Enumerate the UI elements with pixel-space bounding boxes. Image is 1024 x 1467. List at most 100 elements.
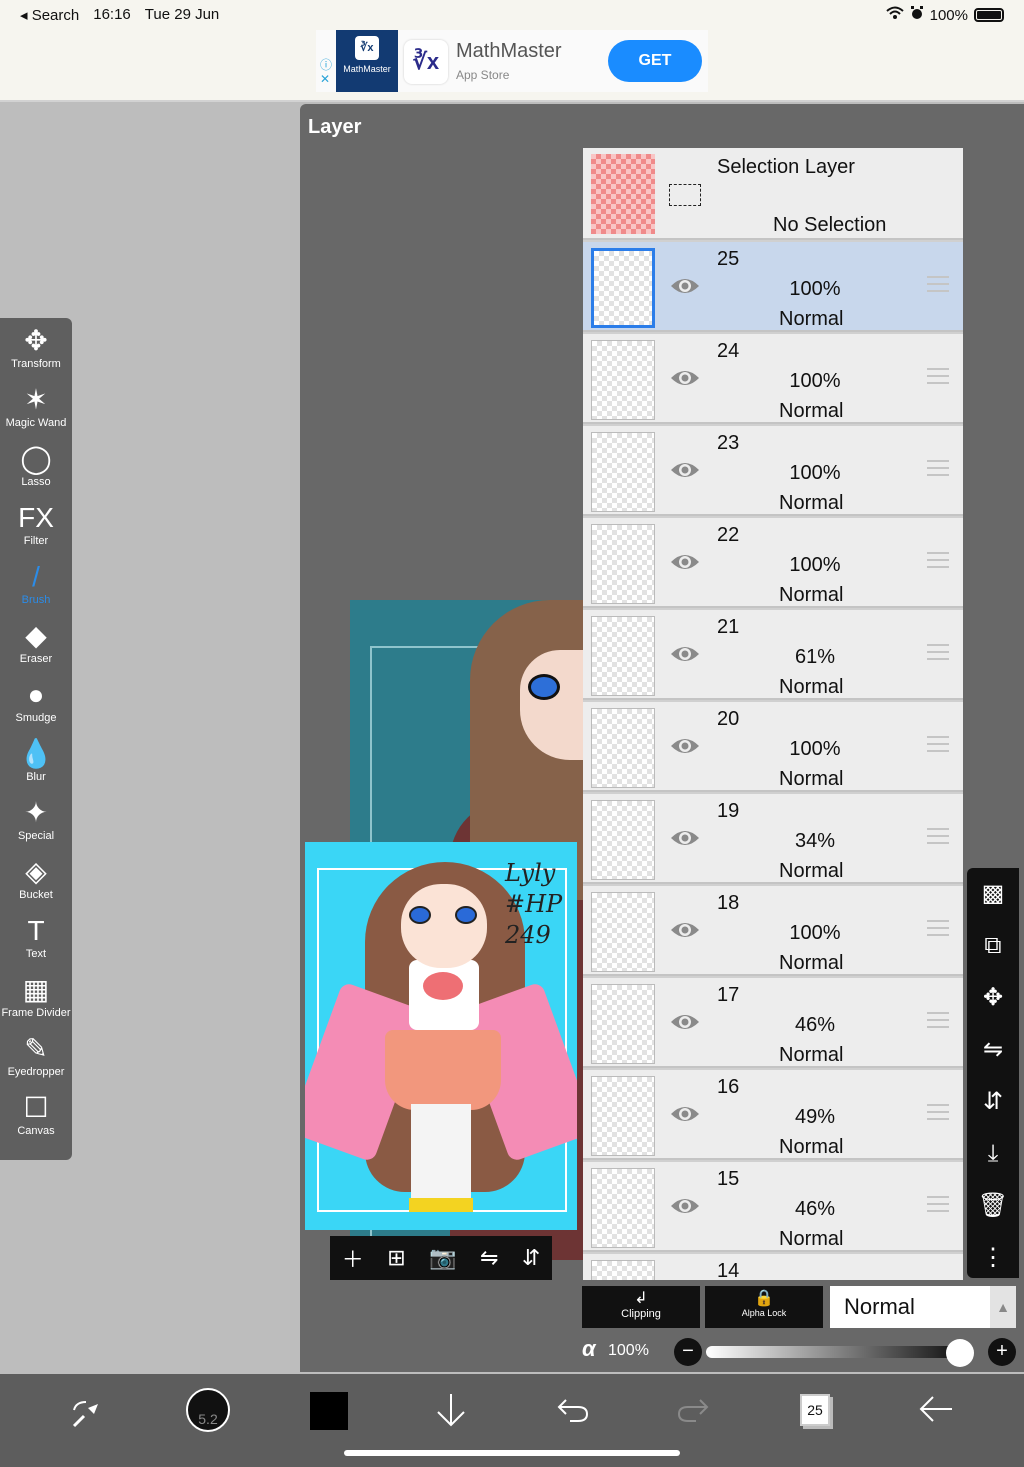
flip-vertical-icon[interactable]: ⇵ [522, 1245, 540, 1271]
layer-row[interactable]: 19 34% Normal [583, 794, 963, 884]
tool-magic-wand[interactable]: ✶ Magic Wand [0, 377, 72, 436]
drag-handle-icon[interactable] [927, 1012, 949, 1028]
layer-row[interactable]: 25 100% Normal [583, 242, 963, 332]
opacity-slider-knob[interactable] [946, 1339, 974, 1367]
flip-layer-vertical-icon[interactable]: ⇵ [967, 1076, 1019, 1128]
opacity-slider[interactable] [706, 1339, 974, 1367]
layer-row[interactable]: 21 61% Normal [583, 610, 963, 700]
tool-canvas[interactable]: ☐ Canvas [0, 1085, 72, 1144]
ad-info-icon[interactable]: ⓘ [320, 56, 332, 73]
add-image-layer-icon[interactable]: ⊞ [387, 1245, 405, 1271]
drag-handle-icon[interactable] [927, 460, 949, 476]
tool-frame-divider[interactable]: ▦ Frame Divider [0, 967, 72, 1026]
ad-app-icon[interactable]: ∛x [404, 40, 448, 84]
layer-thumbnail [591, 708, 655, 788]
layer-row[interactable]: 15 46% Normal [583, 1162, 963, 1252]
eye-icon[interactable] [669, 642, 701, 666]
tool-blur[interactable]: 💧 Blur [0, 731, 72, 790]
layer-row[interactable]: 23 100% Normal [583, 426, 963, 516]
camera-icon[interactable]: 📷 [429, 1245, 456, 1271]
tool-eyedropper[interactable]: ✎ Eyedropper [0, 1026, 72, 1085]
ad-banner[interactable]: ⓘ ✕ ∛x MathMaster ∛x MathMaster App Stor… [316, 30, 708, 92]
eye-icon[interactable] [669, 274, 701, 298]
layer-blend-mode: Normal [779, 860, 844, 882]
opacity-decrease-button[interactable]: − [674, 1338, 702, 1366]
merge-layers-icon[interactable]: ⧉ [967, 920, 1019, 972]
blend-mode-select[interactable]: Normal ▲ [830, 1286, 1016, 1328]
tool-text[interactable]: T Text [0, 908, 72, 967]
undo-icon[interactable] [556, 1394, 590, 1429]
eye-icon[interactable] [669, 1010, 701, 1034]
add-layer-icon[interactable]: ＋ [342, 1242, 364, 1274]
eye-icon[interactable] [669, 366, 701, 390]
tool-lasso[interactable]: ◯ Lasso [0, 436, 72, 495]
layer-row[interactable]: 24 100% Normal [583, 334, 963, 424]
tool-special[interactable]: ✦ Special [0, 790, 72, 849]
eye-icon[interactable] [669, 458, 701, 482]
flip-layer-horizontal-icon[interactable]: ⇋ [967, 1024, 1019, 1076]
drag-handle-icon[interactable] [927, 828, 949, 844]
clipping-button[interactable]: ↲ Clipping [582, 1286, 700, 1328]
more-options-icon[interactable]: ⋮ [967, 1232, 1019, 1284]
eye-icon[interactable] [669, 734, 701, 758]
artwork-eye [528, 674, 560, 700]
trash-icon[interactable]: 🗑 [967, 1180, 1019, 1232]
layer-list[interactable]: Selection Layer No Selection 25 100% Norma… [583, 148, 963, 1280]
layer-blend-mode: Normal [779, 400, 844, 422]
eye-icon[interactable] [669, 1102, 701, 1126]
artwork-preview[interactable]: Lyly #HP 249 [305, 842, 577, 1230]
tool-filter[interactable]: FX Filter [0, 495, 72, 554]
opacity-increase-button[interactable]: + [988, 1338, 1016, 1366]
drag-handle-icon[interactable] [927, 1104, 949, 1120]
layer-opacity: 34% [794, 830, 836, 852]
ad-close-icon[interactable]: ✕ [320, 72, 330, 86]
layer-row[interactable]: 22 100% Normal [583, 518, 963, 608]
drag-handle-icon[interactable] [927, 368, 949, 384]
merge-down-icon[interactable]: ⤓ [967, 1128, 1019, 1180]
layer-row[interactable]: 14 [583, 1254, 963, 1280]
eye-icon[interactable] [669, 550, 701, 574]
lock-icon: 🔒 [754, 1290, 774, 1307]
layer-row[interactable]: 20 100% Normal [583, 702, 963, 792]
tool-eraser[interactable]: ◆ Eraser [0, 613, 72, 672]
ad-get-button[interactable]: GET [608, 40, 702, 82]
layers-pages-button[interactable]: 25 [800, 1394, 830, 1426]
eye-icon[interactable] [669, 1194, 701, 1218]
chevron-up-icon[interactable]: ▲ [990, 1286, 1016, 1328]
eye-icon[interactable] [669, 826, 701, 850]
transparency-icon[interactable]: ▩ [967, 868, 1019, 920]
opacity-control: α 100% − + [582, 1336, 1018, 1367]
alpha-lock-button[interactable]: 🔒 Alpha Lock [705, 1286, 823, 1328]
move-icon[interactable]: ✥ [967, 972, 1019, 1024]
drag-handle-icon[interactable] [927, 736, 949, 752]
drag-handle-icon[interactable] [927, 920, 949, 936]
tool-bucket[interactable]: ◈ Bucket [0, 849, 72, 908]
layer-blend-mode: Normal [779, 1228, 844, 1250]
tool-transform[interactable]: ✥ Transform [0, 318, 72, 377]
drag-handle-icon[interactable] [927, 644, 949, 660]
back-to-app-link[interactable]: ◂ Search [20, 6, 79, 24]
layer-number: 14 [717, 1260, 740, 1280]
tool-smudge[interactable]: ● Smudge [0, 672, 72, 731]
back-arrow-icon[interactable] [918, 1394, 954, 1429]
layer-row[interactable]: 18 100% Normal [583, 886, 963, 976]
layer-row[interactable]: 17 46% Normal [583, 978, 963, 1068]
ad-title[interactable]: MathMaster [456, 40, 562, 63]
arrow-down-icon[interactable] [434, 1392, 468, 1433]
color-swatch[interactable] [310, 1392, 348, 1430]
brush-size-indicator[interactable]: 5.2 [186, 1388, 230, 1432]
drag-handle-icon[interactable] [927, 276, 949, 292]
layer-row[interactable]: 16 49% Normal [583, 1070, 963, 1160]
eye-icon[interactable] [669, 918, 701, 942]
tool-brush[interactable]: / Brush [0, 554, 72, 613]
drag-handle-icon[interactable] [927, 1196, 949, 1212]
redo-icon[interactable] [676, 1394, 710, 1429]
tool-label: Transform [11, 358, 61, 370]
drag-handle-icon[interactable] [927, 552, 949, 568]
ad-image[interactable]: ∛x MathMaster [336, 30, 398, 92]
signature-line-2: #HP [505, 890, 563, 918]
selection-layer[interactable]: Selection Layer No Selection [583, 148, 963, 240]
layer-number: 24 [717, 340, 740, 362]
quick-menu-icon[interactable] [66, 1396, 106, 1441]
flip-horizontal-icon[interactable]: ⇋ [480, 1245, 498, 1271]
